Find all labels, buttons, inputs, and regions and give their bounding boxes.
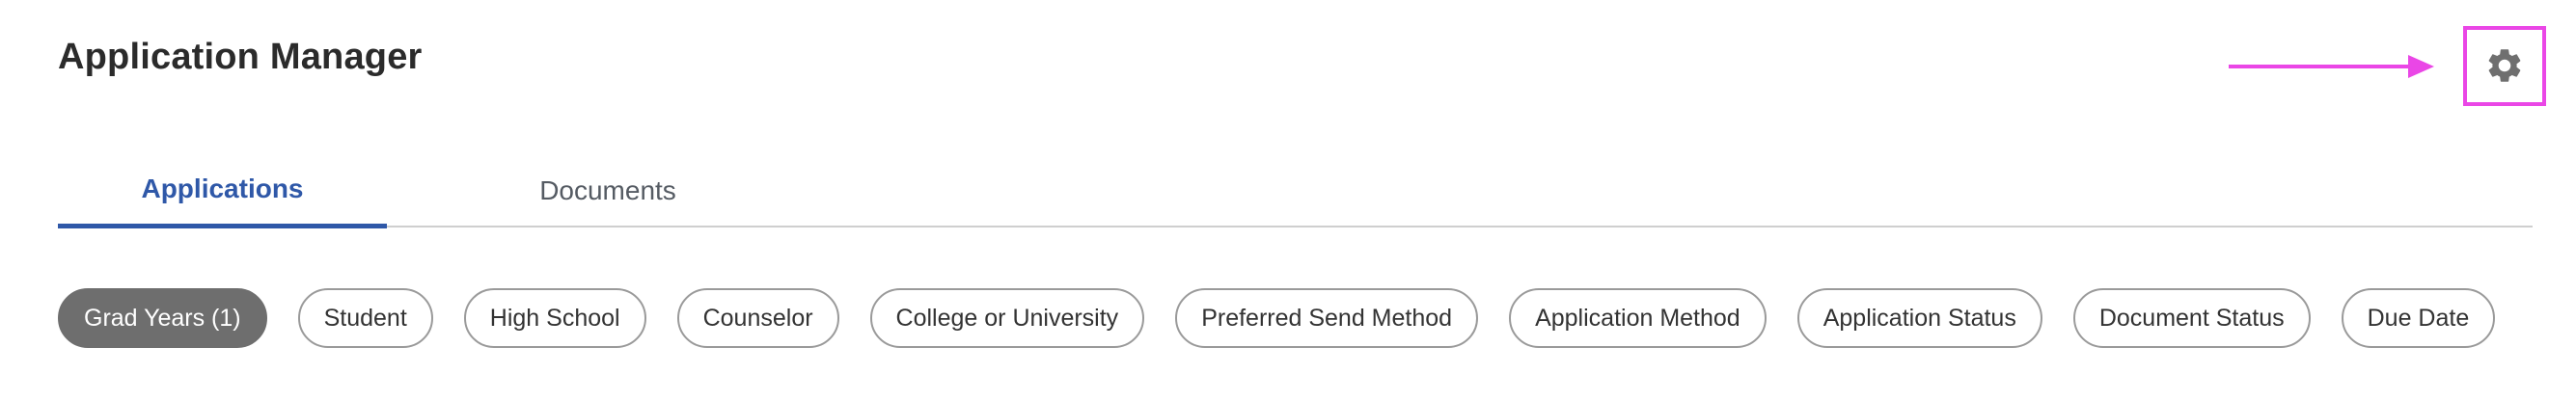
tab-documents-label: Documents	[539, 175, 676, 205]
filter-due-date[interactable]: Due Date	[2341, 288, 2496, 348]
filter-application-status[interactable]: Application Status	[1796, 288, 2042, 348]
tab-bar: Applications Documents	[58, 154, 2533, 228]
filter-bar: Grad Years (1) Student High School Couns…	[58, 288, 2496, 348]
annotation-arrow-icon	[2229, 55, 2434, 78]
filter-college-or-university[interactable]: College or University	[869, 288, 1145, 348]
tab-documents[interactable]: Documents	[387, 154, 829, 226]
page-title: Application Manager	[58, 37, 423, 77]
filter-counselor[interactable]: Counselor	[676, 288, 839, 348]
tab-applications-label: Applications	[141, 174, 304, 203]
filter-grad-years[interactable]: Grad Years (1)	[58, 288, 267, 348]
filter-application-method[interactable]: Application Method	[1509, 288, 1767, 348]
filter-preferred-send-method[interactable]: Preferred Send Method	[1175, 288, 1479, 348]
tab-applications[interactable]: Applications	[58, 154, 387, 228]
settings-button[interactable]	[2480, 40, 2530, 91]
filter-high-school[interactable]: High School	[463, 288, 646, 348]
gear-icon	[2488, 49, 2521, 82]
filter-student[interactable]: Student	[297, 288, 433, 348]
filter-document-status[interactable]: Document Status	[2072, 288, 2311, 348]
